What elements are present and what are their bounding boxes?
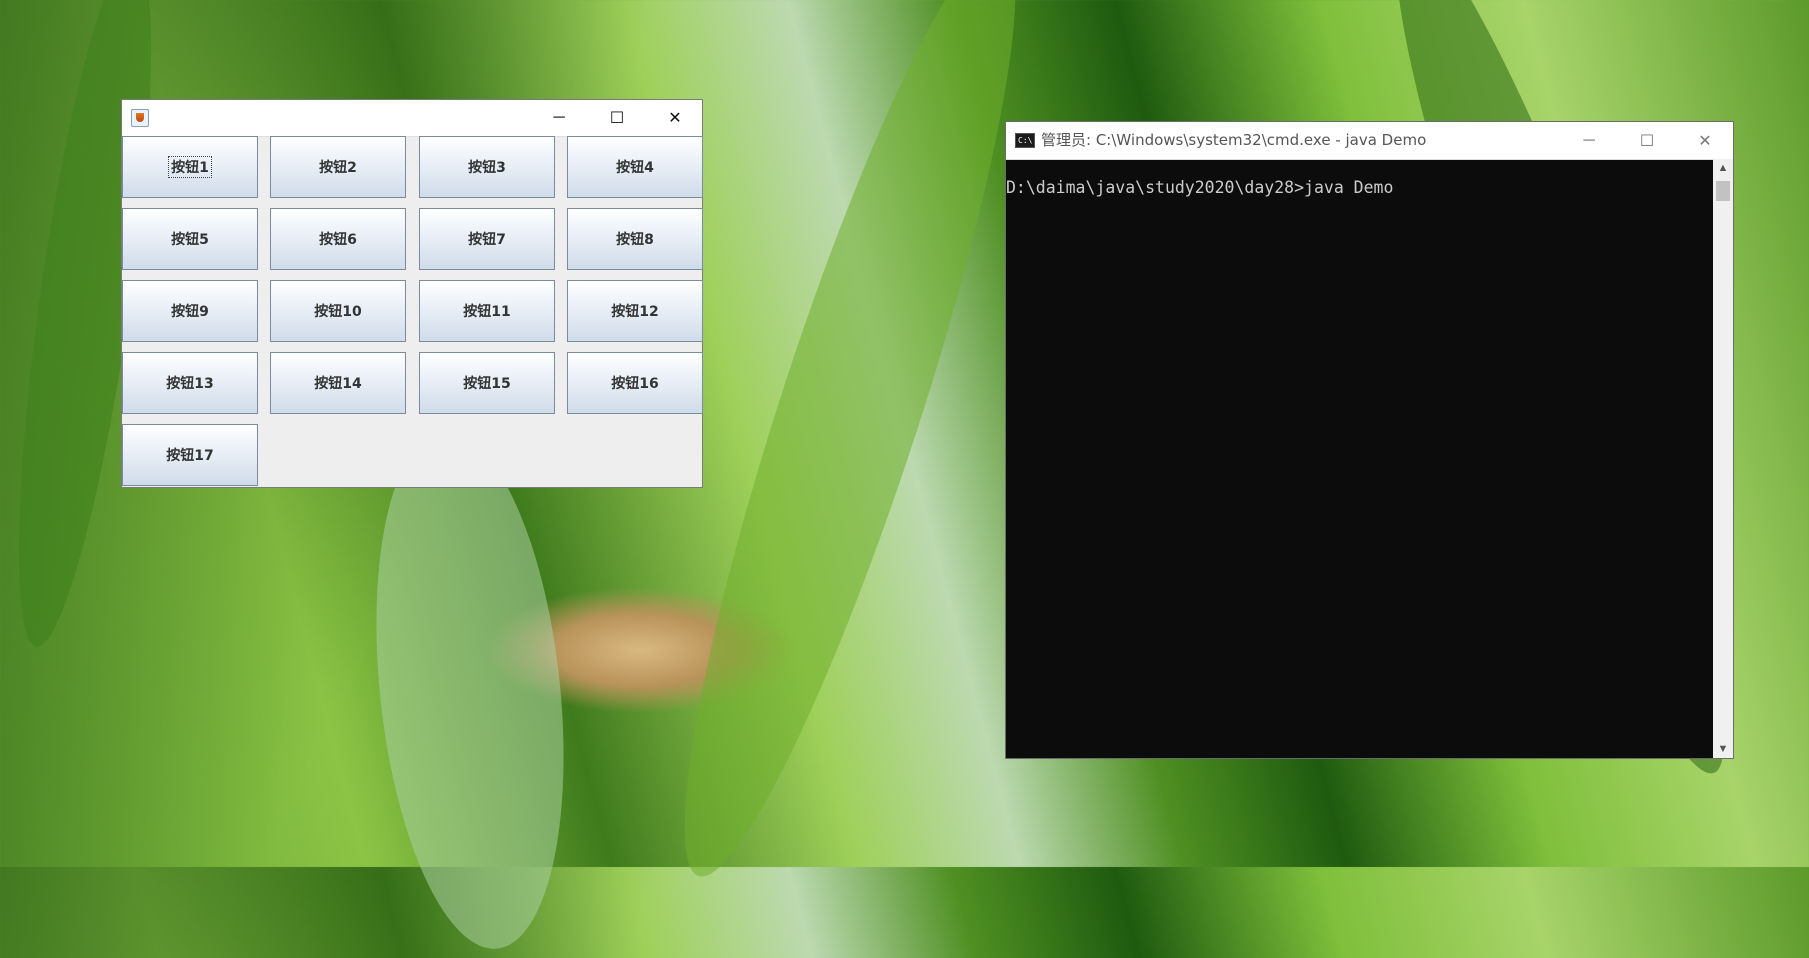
- button-17[interactable]: 按钮17: [122, 424, 258, 486]
- button-6[interactable]: 按钮6: [270, 208, 406, 270]
- button-label: 按钮4: [616, 160, 654, 176]
- java-window-titlebar[interactable]: ─ ☐ ✕: [122, 100, 702, 137]
- button-label: 按钮6: [319, 232, 357, 248]
- button-1[interactable]: 按钮1: [122, 136, 258, 198]
- scroll-down-icon[interactable]: ▼: [1713, 740, 1733, 758]
- button-13[interactable]: 按钮13: [122, 352, 258, 414]
- button-3[interactable]: 按钮3: [419, 136, 555, 198]
- button-7[interactable]: 按钮7: [419, 208, 555, 270]
- minimize-button[interactable]: ─: [1560, 122, 1618, 159]
- button-label: 按钮16: [611, 376, 659, 392]
- button-label: 按钮1: [168, 156, 212, 178]
- button-5[interactable]: 按钮5: [122, 208, 258, 270]
- button-label: 按钮15: [463, 376, 511, 392]
- cmd-icon: C:\: [1015, 133, 1035, 148]
- button-label: 按钮17: [166, 448, 214, 464]
- button-label: 按钮13: [166, 376, 214, 392]
- cmd-window: C:\ 管理员: C:\Windows\system32\cmd.exe - j…: [1005, 121, 1734, 759]
- button-label: 按钮3: [468, 160, 506, 176]
- button-12[interactable]: 按钮12: [567, 280, 703, 342]
- scroll-up-icon[interactable]: ▲: [1713, 159, 1733, 177]
- button-10[interactable]: 按钮10: [270, 280, 406, 342]
- button-label: 按钮5: [171, 232, 209, 248]
- scrollbar-thumb[interactable]: [1716, 181, 1730, 201]
- maximize-button[interactable]: ☐: [588, 100, 646, 136]
- button-label: 按钮14: [314, 376, 362, 392]
- button-2[interactable]: 按钮2: [270, 136, 406, 198]
- button-11[interactable]: 按钮11: [419, 280, 555, 342]
- background-grass: [353, 422, 587, 958]
- cmd-window-title: 管理员: C:\Windows\system32\cmd.exe - java …: [1041, 131, 1427, 149]
- cmd-window-titlebar[interactable]: C:\ 管理员: C:\Windows\system32\cmd.exe - j…: [1006, 122, 1733, 160]
- console-output[interactable]: D:\daima\java\study2020\day28>java Demo: [1006, 159, 1713, 758]
- button-label: 按钮2: [319, 160, 357, 176]
- button-grid: 按钮1 按钮2 按钮3 按钮4 按钮5 按钮6 按钮7 按钮8 按钮9 按钮10…: [122, 136, 703, 487]
- minimize-button[interactable]: ─: [530, 100, 588, 136]
- button-label: 按钮7: [468, 232, 506, 248]
- maximize-button[interactable]: ☐: [1618, 122, 1676, 159]
- close-button[interactable]: ✕: [646, 100, 704, 136]
- button-15[interactable]: 按钮15: [419, 352, 555, 414]
- button-14[interactable]: 按钮14: [270, 352, 406, 414]
- button-4[interactable]: 按钮4: [567, 136, 703, 198]
- button-label: 按钮12: [611, 304, 659, 320]
- console-line: D:\daima\java\study2020\day28>java Demo: [1006, 178, 1394, 197]
- button-16[interactable]: 按钮16: [567, 352, 703, 414]
- button-label: 按钮10: [314, 304, 362, 320]
- button-8[interactable]: 按钮8: [567, 208, 703, 270]
- button-label: 按钮9: [171, 304, 209, 320]
- vertical-scrollbar[interactable]: ▲ ▼: [1713, 159, 1733, 758]
- java-window: ─ ☐ ✕ 按钮1 按钮2 按钮3 按钮4 按钮5 按钮6 按钮7 按钮8 按钮…: [121, 99, 703, 488]
- button-label: 按钮11: [463, 304, 511, 320]
- button-9[interactable]: 按钮9: [122, 280, 258, 342]
- close-button[interactable]: ✕: [1676, 122, 1734, 159]
- java-cup-icon: [131, 109, 149, 127]
- button-label: 按钮8: [616, 232, 654, 248]
